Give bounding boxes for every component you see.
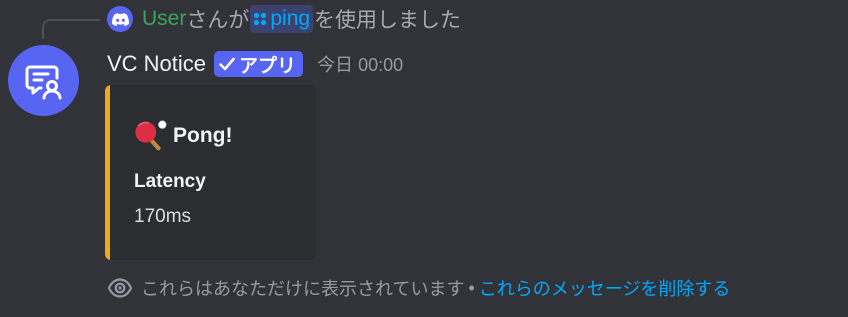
user-avatar[interactable] bbox=[107, 6, 133, 32]
bot-name[interactable]: VC Notice bbox=[107, 51, 206, 77]
embed-field-value: 170ms bbox=[134, 206, 192, 227]
app-command-icon bbox=[254, 12, 267, 26]
embed-title: Pong! bbox=[134, 119, 232, 153]
command-mention[interactable]: ping bbox=[250, 5, 314, 33]
command-invocation-line: User さんが ping を使用しました bbox=[0, 0, 848, 39]
embed-accent-bar bbox=[105, 85, 110, 260]
command-invocation-text: User さんが ping を使用しました bbox=[142, 4, 461, 34]
message-embed: Pong! Latency 170ms bbox=[105, 85, 316, 260]
embed-field-name: Latency bbox=[134, 171, 206, 192]
embed-title-text: Pong! bbox=[173, 124, 233, 147]
dismiss-messages-link[interactable]: これらのメッセージを削除する bbox=[479, 275, 731, 301]
ephemeral-text: これらはあなただけに表示されています bbox=[141, 279, 465, 299]
reply-spine bbox=[42, 19, 100, 39]
message-timestamp[interactable]: 今日 00:00 bbox=[317, 51, 403, 77]
ping-pong-icon bbox=[135, 120, 167, 151]
app-badge-label: アプリ bbox=[239, 55, 297, 77]
invoking-username[interactable]: User bbox=[142, 7, 186, 31]
message-header: VC Notice アプリ 今日 00:00 bbox=[107, 47, 403, 81]
bot-avatar[interactable] bbox=[8, 45, 79, 116]
verified-check-icon bbox=[219, 57, 235, 71]
app-badge: アプリ bbox=[214, 51, 304, 77]
eye-icon bbox=[107, 278, 133, 298]
invocation-after-text: を使用しました bbox=[314, 9, 462, 32]
discord-logo-icon bbox=[111, 12, 129, 26]
notice-bot-icon bbox=[25, 65, 61, 99]
separator-dot: • bbox=[468, 277, 475, 298]
command-name: ping bbox=[270, 7, 311, 30]
invocation-mid-text: さんが bbox=[186, 9, 250, 32]
ephemeral-notice: これらはあなただけに表示されています • これらのメッセージを削除する bbox=[107, 275, 730, 301]
